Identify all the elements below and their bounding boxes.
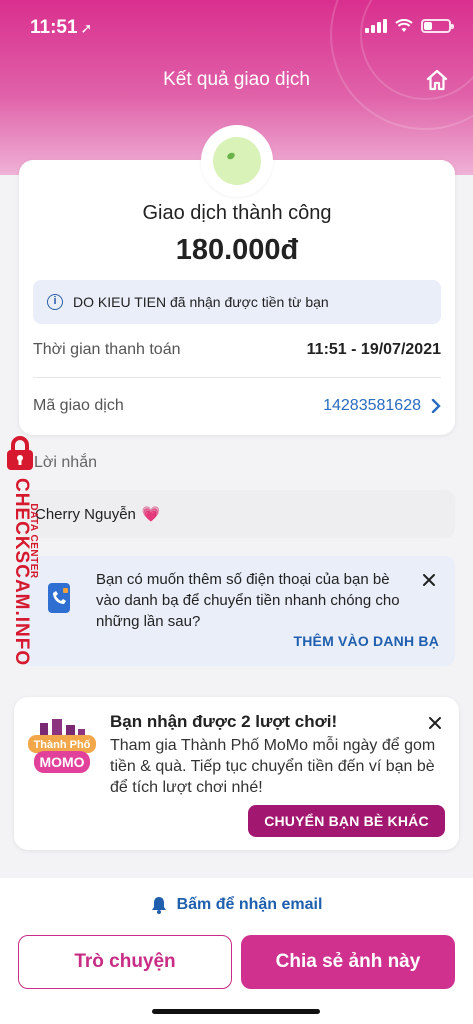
- recipient-info-banner: i DO KIEU TIEN đã nhận được tiền từ bạn: [33, 280, 441, 324]
- chevron-right-icon: [431, 399, 441, 413]
- add-to-contacts-button[interactable]: THÊM VÀO DANH BẠ: [293, 633, 439, 649]
- transaction-code-link[interactable]: 14283581628: [323, 397, 441, 415]
- add-contact-text: Bạn có muốn thêm số điện thoại của bạn b…: [96, 571, 400, 630]
- transaction-status-title: Giao dịch thành công: [142, 202, 332, 224]
- share-image-button[interactable]: Chia sẻ ảnh này: [241, 935, 455, 989]
- close-icon[interactable]: [421, 572, 437, 588]
- promo-title: Bạn nhận được 2 lượt chơi!: [110, 712, 338, 731]
- recipient-info-text: DO KIEU TIEN đã nhận được tiền từ bạn: [73, 294, 329, 310]
- transaction-result-card: Giao dịch thành công 180.000đ i DO KIEU …: [19, 160, 455, 435]
- home-icon[interactable]: [425, 68, 449, 92]
- payment-time-row: Thời gian thanh toán 11:51 - 19/07/2021: [33, 322, 441, 378]
- status-icons: [365, 19, 454, 33]
- watermark-sub-text: DATA CENTER: [28, 503, 39, 579]
- status-time: 11:51 ➚: [30, 17, 93, 38]
- transaction-code-row[interactable]: Mã giao dịch 14283581628: [33, 378, 441, 434]
- chat-button[interactable]: Trò chuyện: [18, 935, 232, 989]
- momo-city-promo-card: Thành Phố MOMO Bạn nhận được 2 lượt chơi…: [14, 697, 459, 850]
- info-icon: i: [47, 294, 63, 310]
- bottom-action-panel: Bấm để nhận email Trò chuyện Chia sẻ ảnh…: [0, 878, 473, 1024]
- lock-icon: [7, 436, 33, 470]
- svg-text:Thành Phố: Thành Phố: [34, 739, 91, 751]
- transfer-other-friend-button[interactable]: CHUYỂN BẠN BÈ KHÁC: [248, 805, 445, 837]
- home-indicator: [152, 1009, 320, 1014]
- heart-emoji: 💗: [141, 506, 161, 523]
- transaction-amount: 180.000đ: [175, 234, 299, 266]
- page-title: Kết quả giao dịch: [163, 69, 310, 90]
- thanh-pho-momo-logo: Thành Phố MOMO: [28, 719, 96, 773]
- promo-text: Tham gia Thành Phố MoMo mỗi ngày để gom …: [110, 737, 436, 796]
- close-icon[interactable]: [427, 715, 443, 731]
- location-arrow-icon: ➚: [80, 20, 93, 36]
- watermark: CHECKSCAM.INFO DATA CENTER: [0, 436, 50, 666]
- status-bar: 11:51 ➚: [0, 0, 473, 50]
- success-status-badge: [201, 125, 273, 197]
- message-text: Cherry Nguyễn: [35, 505, 136, 523]
- bell-icon: [151, 897, 166, 914]
- receive-email-label: Bấm để nhận email: [176, 896, 323, 913]
- svg-text:MOMO: MOMO: [39, 754, 84, 770]
- wifi-icon: [395, 19, 413, 32]
- payment-time-label: Thời gian thanh toán: [33, 340, 181, 358]
- message-box: Cherry Nguyễn 💗: [19, 490, 455, 538]
- receive-email-link[interactable]: Bấm để nhận email: [0, 896, 473, 914]
- payment-time-value: 11:51 - 19/07/2021: [306, 340, 441, 358]
- transaction-code-label: Mã giao dịch: [33, 397, 124, 414]
- success-icon: [213, 137, 261, 185]
- transaction-code-value: 14283581628: [323, 397, 421, 414]
- cellular-signal-icon: [365, 19, 387, 33]
- battery-icon: [421, 19, 454, 33]
- add-contact-prompt: Bạn có muốn thêm số điện thoại của bạn b…: [19, 556, 455, 666]
